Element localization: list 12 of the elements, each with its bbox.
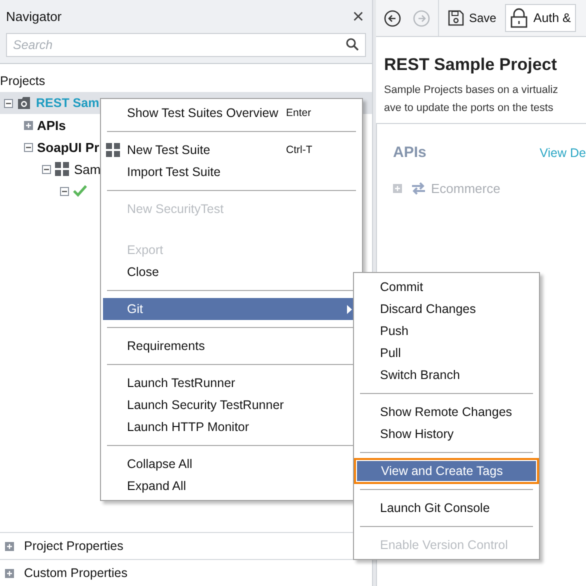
project-title: REST Sample Project [383, 54, 558, 76]
shortcut-label: Ctrl-T [286, 144, 312, 156]
section-heading: APIs [393, 144, 426, 161]
tree-label: REST Sam [36, 96, 100, 110]
description-line: ave to update the ports on the tests [383, 101, 554, 116]
shortcut-label: Enter [286, 107, 312, 119]
tree-label: Sam [74, 162, 101, 176]
description-line: Sample Projects bases on a virtualiz [383, 83, 560, 98]
section-label: Projects [0, 73, 46, 90]
tree-label: APIs [37, 118, 66, 132]
panel-title: Navigator [6, 9, 62, 24]
tree-label: SoapUI Pr [37, 140, 100, 154]
